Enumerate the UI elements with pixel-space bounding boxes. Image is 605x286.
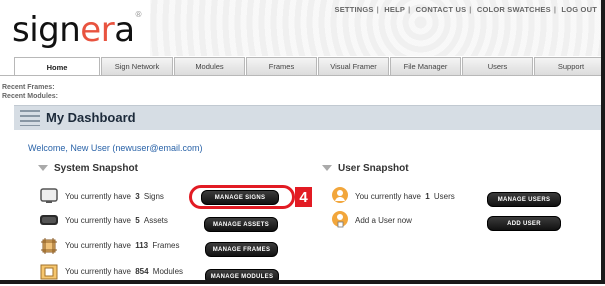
color-swatches-link[interactable]: COLOR SWATCHES: [477, 5, 551, 14]
separator: |: [376, 5, 379, 14]
collapse-triangle-icon: [322, 165, 332, 172]
recent-modules-label: Recent Modules:: [2, 93, 59, 100]
main-tabs: Home Sign Network Modules Frames Visual …: [14, 57, 601, 76]
list-icon: [20, 110, 40, 126]
tab-file-manager[interactable]: File Manager: [390, 57, 461, 75]
user-icon: [332, 187, 348, 203]
monitor-icon: [40, 188, 58, 203]
asset-icon: [40, 215, 58, 225]
settings-link[interactable]: SETTINGS: [335, 5, 374, 14]
section-title: User Snapshot: [338, 163, 409, 174]
users-count: 1: [425, 192, 430, 201]
top-links: SETTINGS | HELP | CONTACT US | COLOR SWATCH…: [335, 5, 597, 14]
summary-prefix: You currently have: [65, 267, 131, 276]
manage-modules-button[interactable]: MANAGE MODULES: [205, 269, 279, 280]
tab-modules[interactable]: Modules: [174, 57, 245, 75]
contact-us-link[interactable]: CONTACT US: [416, 5, 467, 14]
modules-count: 854: [135, 267, 149, 276]
logo-mark: ®: [134, 10, 143, 19]
page-title: My Dashboard: [46, 110, 136, 125]
summary-prefix: You currently have: [65, 216, 131, 225]
frames-summary: You currently have 113 Frames: [65, 241, 179, 250]
frame-icon: [41, 238, 57, 254]
signera-logo[interactable]: signera®: [12, 10, 143, 50]
system-snapshot-heading[interactable]: System Snapshot: [38, 163, 138, 174]
step-badge: 4: [295, 187, 312, 207]
manage-users-button[interactable]: MANAGE USERS: [487, 192, 561, 207]
summary-prefix: You currently have: [65, 241, 131, 250]
highlight-circle: [189, 185, 295, 209]
tab-frames[interactable]: Frames: [246, 57, 317, 75]
tab-support[interactable]: Support: [534, 57, 601, 75]
add-user-icon: [332, 211, 348, 228]
separator: |: [408, 5, 411, 14]
add-user-prompt: Add a User now: [355, 216, 412, 225]
assets-summary: You currently have 5 Assets: [65, 216, 168, 225]
help-link[interactable]: HELP: [384, 5, 405, 14]
recent-items: Recent Frames: Recent Modules:: [2, 83, 58, 101]
module-icon: [40, 264, 58, 280]
signs-summary: You currently have 3 Signs: [65, 192, 164, 201]
summary-suffix: Assets: [143, 216, 168, 225]
assets-count: 5: [135, 216, 140, 225]
modules-summary: You currently have 854 Modules: [65, 267, 183, 276]
add-user-text: Add a User now: [355, 216, 412, 225]
log-out-link[interactable]: LOG OUT: [561, 5, 597, 14]
header: signera® SETTINGS | HELP | CONTACT US | COL…: [0, 0, 601, 56]
tab-users[interactable]: Users: [462, 57, 533, 75]
user-snapshot-heading[interactable]: User Snapshot: [322, 163, 409, 174]
summary-suffix: Users: [433, 192, 455, 201]
manage-frames-button[interactable]: MANAGE FRAMES: [205, 242, 278, 257]
separator: |: [553, 5, 557, 14]
tab-sign-network[interactable]: Sign Network: [101, 57, 173, 75]
summary-prefix: You currently have: [65, 192, 131, 201]
signs-count: 3: [135, 192, 140, 201]
collapse-triangle-icon: [38, 165, 48, 172]
summary-suffix: Signs: [143, 192, 164, 201]
add-user-button[interactable]: ADD USER: [487, 216, 561, 231]
tab-divider: [0, 75, 601, 76]
summary-prefix: You currently have: [355, 192, 421, 201]
users-summary: You currently have 1 Users: [355, 192, 455, 201]
tab-visual-framer[interactable]: Visual Framer: [318, 57, 389, 75]
app-window: signera® SETTINGS | HELP | CONTACT US | COL…: [0, 0, 605, 284]
tab-home[interactable]: Home: [14, 57, 100, 76]
logo-text: sign: [12, 10, 81, 50]
logo-text-end: a: [114, 10, 135, 50]
dashboard-header: My Dashboard: [14, 105, 601, 130]
section-title: System Snapshot: [54, 163, 138, 174]
recent-frames-label: Recent Frames:: [2, 84, 55, 91]
frames-count: 113: [135, 241, 149, 250]
separator: |: [469, 5, 472, 14]
welcome-message: Welcome, New User (newuser@email.com): [28, 143, 203, 153]
summary-suffix: Frames: [152, 241, 180, 250]
manage-assets-button[interactable]: MANAGE ASSETS: [204, 217, 278, 232]
logo-text-accent: er: [80, 10, 115, 50]
summary-suffix: Modules: [152, 267, 184, 276]
